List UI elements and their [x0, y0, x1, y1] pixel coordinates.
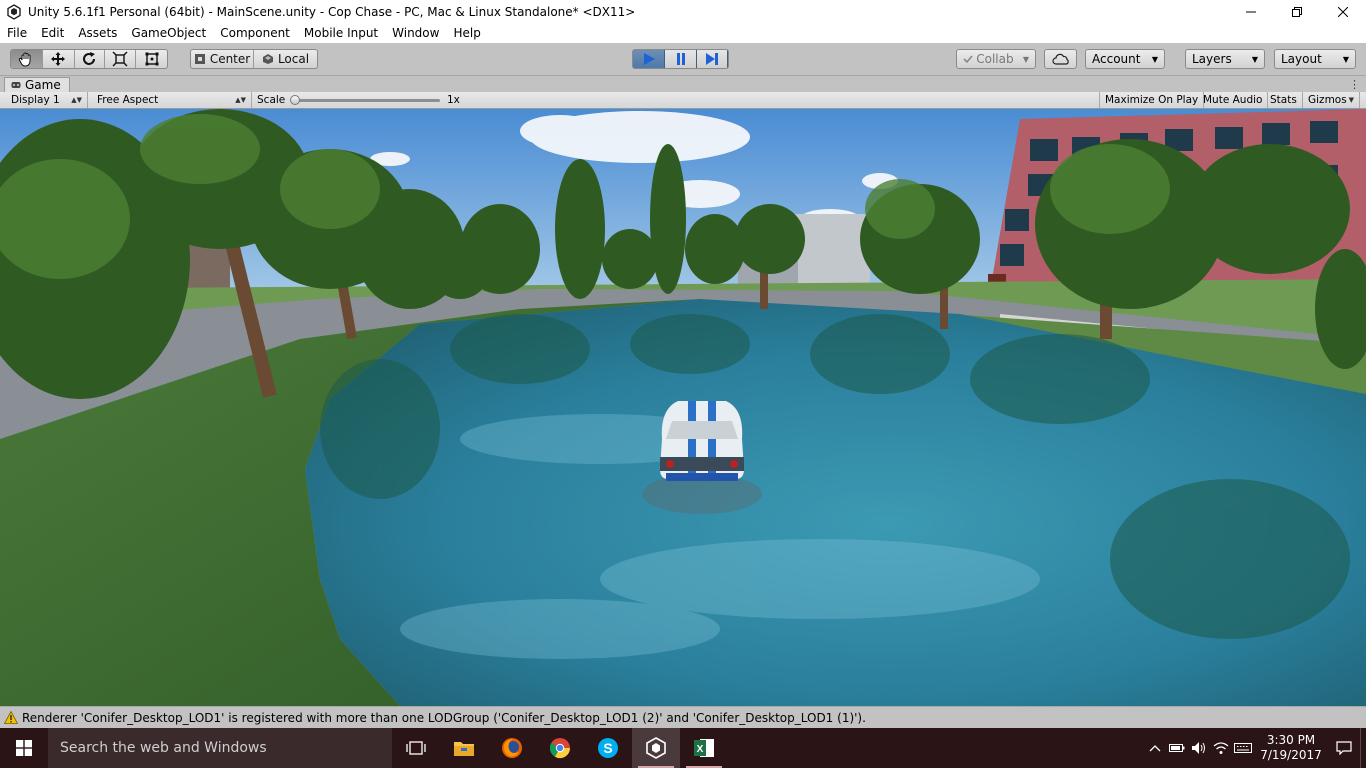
svg-text:S: S	[603, 740, 612, 756]
system-tray: 3:30 PM 7/19/2017	[1144, 728, 1366, 768]
battery-icon[interactable]	[1166, 728, 1188, 768]
scale-icon[interactable]	[105, 50, 137, 68]
notifications-icon[interactable]	[1328, 728, 1360, 768]
unity-logo-icon	[7, 4, 21, 20]
game-view-icon	[11, 82, 21, 88]
show-desktop-button[interactable]	[1360, 728, 1366, 768]
layout-label: Layout	[1281, 52, 1322, 66]
taskbar-search-box[interactable]: Search the web and Windows	[48, 728, 392, 768]
pivot-center-button[interactable]: Center	[191, 50, 255, 68]
console-status-bar[interactable]: Renderer 'Conifer_Desktop_LOD1' is regis…	[0, 706, 1366, 728]
menu-help[interactable]: Help	[446, 24, 487, 43]
game-view-toolbar: Display 1 ▲▼ Free Aspect ▲▼ Scale 1x Max…	[0, 92, 1366, 109]
svg-text:X: X	[697, 744, 704, 755]
checkmark-icon	[963, 55, 973, 64]
maximize-on-play-toggle[interactable]: Maximize On Play	[1099, 92, 1205, 108]
hand-icon[interactable]	[11, 50, 43, 68]
gizmos-label: Gizmos	[1308, 94, 1347, 106]
window-title: Unity 5.6.1f1 Personal (64bit) - MainSce…	[28, 5, 636, 19]
menu-bar: File Edit Assets GameObject Component Mo…	[0, 24, 1366, 43]
minimize-icon[interactable]	[1228, 0, 1274, 24]
wifi-icon[interactable]	[1210, 728, 1232, 768]
volume-icon[interactable]	[1188, 728, 1210, 768]
pivot-label: Center	[209, 52, 251, 66]
main-toolbar: Center Local Collab ▼ Account ▼ Layers ▼…	[0, 43, 1366, 76]
chevron-down-icon: ▼	[1151, 54, 1158, 64]
windows-taskbar: Search the web and Windows S X 3:30 PM 7…	[0, 728, 1366, 768]
account-label: Account	[1092, 52, 1141, 66]
mute-audio-toggle[interactable]: Mute Audio	[1198, 92, 1269, 108]
display-dropdown[interactable]: Display 1 ▲▼	[6, 92, 88, 108]
play-controls	[632, 49, 729, 69]
task-view-icon[interactable]	[392, 728, 440, 768]
search-placeholder: Search the web and Windows	[60, 740, 267, 756]
keyboard-icon[interactable]	[1232, 728, 1254, 768]
stats-toggle[interactable]: Stats	[1265, 92, 1303, 108]
rect-icon[interactable]	[136, 50, 167, 68]
taskbar-clock[interactable]: 3:30 PM 7/19/2017	[1254, 733, 1328, 763]
cloud-icon	[1051, 53, 1069, 65]
menu-mobile-input[interactable]: Mobile Input	[297, 24, 385, 43]
windows-start-icon[interactable]	[0, 728, 48, 768]
play-icon[interactable]	[633, 50, 665, 68]
scale-slider-track[interactable]	[294, 99, 440, 102]
chevron-down-icon: ▼	[1022, 54, 1029, 64]
collab-label: Collab	[976, 52, 1014, 66]
game-scene	[0, 109, 1366, 706]
pause-icon[interactable]	[665, 50, 697, 68]
game-tab-strip: Game ⋮	[0, 76, 1366, 92]
layers-label: Layers	[1192, 52, 1232, 66]
layers-dropdown[interactable]: Layers ▼	[1185, 49, 1265, 69]
status-message: Renderer 'Conifer_Desktop_LOD1' is regis…	[22, 710, 866, 725]
chrome-icon[interactable]	[536, 728, 584, 768]
pivot-local-button[interactable]: Local	[254, 50, 317, 68]
file-explorer-icon[interactable]	[440, 728, 488, 768]
gizmos-dropdown[interactable]: Gizmos ▼	[1303, 92, 1360, 108]
layout-dropdown[interactable]: Layout ▼	[1274, 49, 1356, 69]
chevron-down-icon: ▼	[1251, 54, 1258, 64]
collab-dropdown[interactable]: Collab ▼	[956, 49, 1036, 69]
menu-gameobject[interactable]: GameObject	[124, 24, 213, 43]
transform-tools	[10, 49, 168, 69]
pivot-toggles: Center Local	[190, 49, 318, 69]
clock-date: 7/19/2017	[1260, 748, 1322, 762]
space-label: Local	[277, 52, 310, 66]
game-viewport[interactable]	[0, 109, 1366, 706]
close-icon[interactable]	[1320, 0, 1366, 24]
menu-file[interactable]: File	[0, 24, 34, 43]
chevron-updown-icon: ▲▼	[71, 96, 82, 104]
firefox-icon[interactable]	[488, 728, 536, 768]
restore-icon[interactable]	[1274, 0, 1320, 24]
chevron-down-icon: ▼	[1348, 96, 1354, 104]
menu-edit[interactable]: Edit	[34, 24, 71, 43]
excel-icon[interactable]: X	[680, 728, 728, 768]
menu-component[interactable]: Component	[213, 24, 297, 43]
scale-value: 1x	[447, 94, 460, 106]
display-label: Display 1	[11, 94, 60, 106]
menu-window[interactable]: Window	[385, 24, 446, 43]
tab-game-label: Game	[25, 78, 61, 92]
scale-label: Scale	[257, 94, 286, 106]
title-bar: Unity 5.6.1f1 Personal (64bit) - MainSce…	[0, 0, 1366, 24]
clock-time: 3:30 PM	[1266, 733, 1316, 747]
chevron-up-icon[interactable]	[1144, 728, 1166, 768]
move-icon[interactable]	[43, 50, 75, 68]
step-icon[interactable]	[697, 50, 728, 68]
skype-icon[interactable]: S	[584, 728, 632, 768]
aspect-label: Free Aspect	[97, 94, 159, 106]
tab-menu-icon[interactable]: ⋮	[1349, 78, 1360, 91]
menu-assets[interactable]: Assets	[71, 24, 124, 43]
rotate-icon[interactable]	[75, 50, 106, 68]
warning-icon	[4, 711, 18, 724]
local-space-icon	[262, 54, 273, 64]
tab-game[interactable]: Game	[4, 77, 70, 92]
unity-icon[interactable]	[632, 728, 680, 768]
cloud-button[interactable]	[1044, 49, 1077, 69]
chevron-updown-icon: ▲▼	[235, 96, 246, 104]
scale-slider-handle[interactable]	[290, 95, 300, 105]
pivot-icon	[194, 54, 205, 64]
account-dropdown[interactable]: Account ▼	[1085, 49, 1165, 69]
chevron-down-icon: ▼	[1342, 54, 1349, 64]
aspect-dropdown[interactable]: Free Aspect ▲▼	[92, 92, 252, 108]
